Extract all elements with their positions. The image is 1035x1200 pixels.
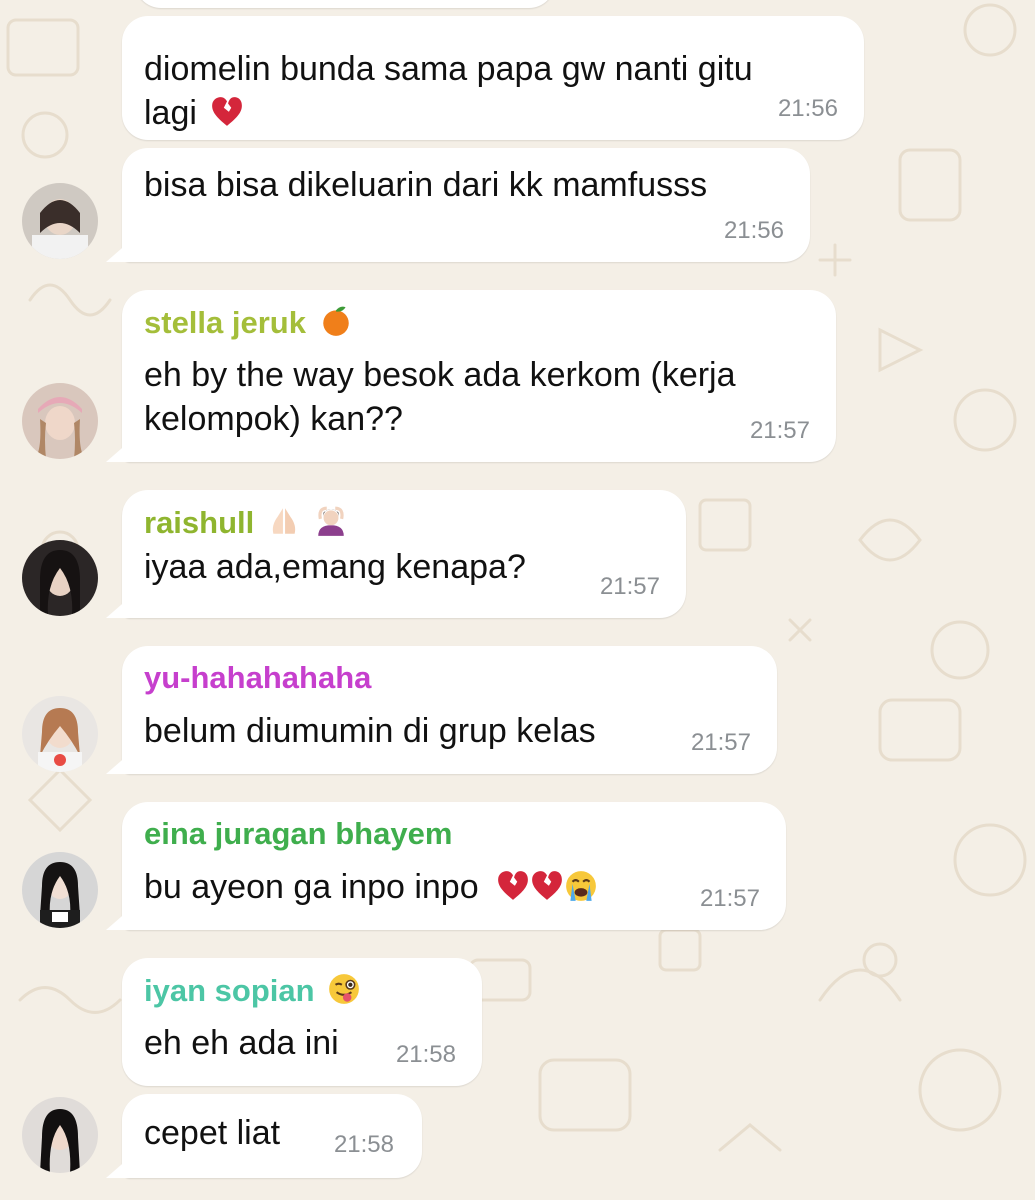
folded-hands-icon xyxy=(267,504,301,538)
message-text-line-1: eh by the way besok ada kerkom (kerja xyxy=(144,356,736,394)
message-timestamp: 21:56 xyxy=(777,95,838,122)
message-text-line-2: lagi xyxy=(144,88,244,138)
message-text: iyaa ada,emang kenapa? xyxy=(144,548,526,586)
message-text-line-1: diomelin bunda sama papa gw nanti gitu xyxy=(144,50,753,88)
avatar[interactable] xyxy=(22,696,98,772)
message-bubble[interactable]: yu-hahahahaha belum diumumin di grup kel… xyxy=(122,646,777,774)
message-bubble[interactable]: raishull iyaa ada,emang kenapa? 21:57 xyxy=(122,490,686,618)
message-timestamp: 21:57 xyxy=(599,573,660,600)
message-text-line-2: kelompok) kan?? xyxy=(144,400,403,438)
avatar[interactable] xyxy=(22,183,98,259)
avatar[interactable] xyxy=(22,852,98,928)
message-timestamp: 21:58 xyxy=(395,1041,456,1068)
message-bubble[interactable]: cepet liat 21:58 xyxy=(122,1094,422,1178)
message-bubble[interactable]: iyan sopian eh eh ada ini 21:58 xyxy=(122,958,482,1086)
message-bubble-partial[interactable] xyxy=(135,0,555,8)
message-timestamp: 21:57 xyxy=(699,885,760,912)
avatar[interactable] xyxy=(22,383,98,459)
message-bubble[interactable]: bisa bisa dikeluarin dari kk mamfusss 21… xyxy=(122,148,810,262)
message-text: cepet liat xyxy=(144,1114,281,1152)
sender-name[interactable]: yu-hahahahaha xyxy=(144,660,371,696)
sender-name[interactable]: iyan sopian xyxy=(144,972,361,1009)
winking-face-tongue-icon xyxy=(327,972,361,1006)
message-timestamp: 21:58 xyxy=(333,1131,394,1158)
message-text: eh eh ada ini xyxy=(144,1024,339,1062)
broken-heart-icon xyxy=(530,869,564,903)
message-timestamp: 21:57 xyxy=(690,729,751,756)
sender-name[interactable]: eina juragan bhayem xyxy=(144,816,452,852)
message-bubble[interactable]: diomelin bunda sama papa gw nanti gitu l… xyxy=(122,16,864,140)
broken-heart-icon xyxy=(496,869,530,903)
person-gesturing-ok-icon xyxy=(314,504,348,538)
message-bubble[interactable]: stella jeruk eh by the way besok ada ker… xyxy=(122,290,836,462)
message-timestamp: 21:56 xyxy=(723,217,784,244)
message-text: belum diumumin di grup kelas xyxy=(144,712,596,750)
chat-area: diomelin bunda sama papa gw nanti gitu l… xyxy=(0,0,1035,1200)
sender-name[interactable]: raishull xyxy=(144,504,348,541)
crying-face-icon xyxy=(564,869,598,903)
sender-name[interactable]: stella jeruk xyxy=(144,304,353,341)
message-timestamp: 21:57 xyxy=(749,417,810,444)
avatar[interactable] xyxy=(22,540,98,616)
message-text: bisa bisa dikeluarin dari kk mamfusss xyxy=(144,166,708,204)
message-bubble[interactable]: eina juragan bhayem bu ayeon ga inpo inp… xyxy=(122,802,786,930)
broken-heart-icon xyxy=(210,95,244,129)
tangerine-icon xyxy=(319,304,353,338)
message-text: bu ayeon ga inpo inpo xyxy=(144,862,598,912)
avatar[interactable] xyxy=(22,1097,98,1173)
